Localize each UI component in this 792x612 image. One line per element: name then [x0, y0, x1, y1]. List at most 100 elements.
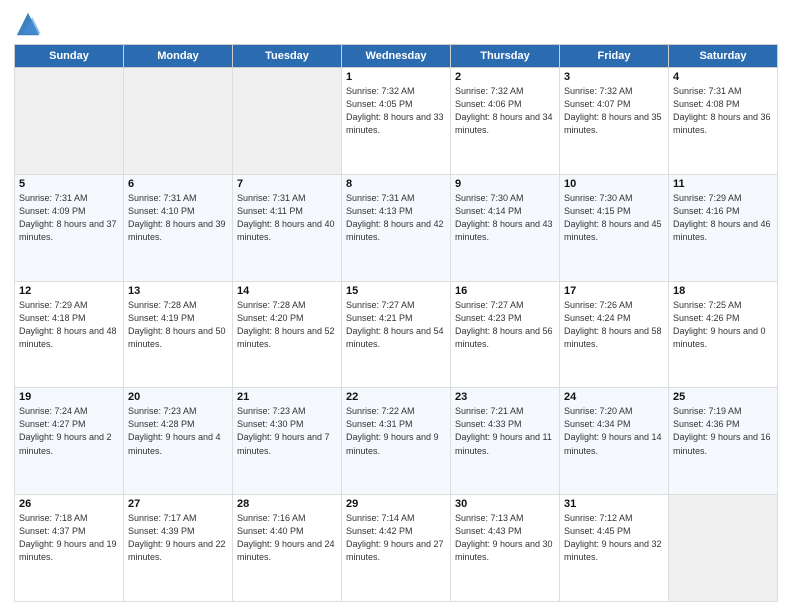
weekday-thursday: Thursday [451, 45, 560, 68]
day-info: Sunrise: 7:30 AM Sunset: 4:15 PM Dayligh… [564, 192, 664, 244]
day-info: Sunrise: 7:26 AM Sunset: 4:24 PM Dayligh… [564, 299, 664, 351]
day-info: Sunrise: 7:31 AM Sunset: 4:08 PM Dayligh… [673, 85, 773, 137]
day-info: Sunrise: 7:31 AM Sunset: 4:10 PM Dayligh… [128, 192, 228, 244]
day-number: 8 [346, 178, 446, 190]
weekday-friday: Friday [560, 45, 669, 68]
week-row-3: 12Sunrise: 7:29 AM Sunset: 4:18 PM Dayli… [15, 281, 778, 388]
week-row-1: 1 Sunrise: 7:32 AM Sunset: 4:05 PM Daylig… [15, 68, 778, 175]
day-cell [233, 68, 342, 175]
day-cell: 10 Sunrise: 7:30 AM Sunset: 4:15 PM Dayli… [560, 174, 669, 281]
day-info: Sunrise: 7:12 AM Sunset: 4:45 PM Dayligh… [564, 512, 664, 564]
day-number: 13 [128, 285, 228, 297]
day-number: 29 [346, 498, 446, 510]
day-info: Sunrise: 7:29 AM Sunset: 4:18 PM Dayligh… [19, 299, 119, 351]
day-info: Sunrise: 7:32 AM Sunset: 4:06 PM Dayligh… [455, 85, 555, 137]
day-cell: 25 Sunrise: 7:19 AM Sunset: 4:36 PM Dayli… [669, 388, 778, 495]
day-info: Sunrise: 7:19 AM Sunset: 4:36 PM Dayligh… [673, 405, 773, 457]
day-cell [15, 68, 124, 175]
day-cell: 8 Sunrise: 7:31 AM Sunset: 4:13 PM Daylig… [342, 174, 451, 281]
day-info: Sunrise: 7:31 AM Sunset: 4:09 PM Dayligh… [19, 192, 119, 244]
day-info: Sunrise: 7:18 AM Sunset: 4:37 PM Dayligh… [19, 512, 119, 564]
day-cell: 21Sunrise: 7:23 AM Sunset: 4:30 PM Dayli… [233, 388, 342, 495]
weekday-monday: Monday [124, 45, 233, 68]
day-cell: 3 Sunrise: 7:32 AM Sunset: 4:07 PM Daylig… [560, 68, 669, 175]
day-number: 22 [346, 391, 446, 403]
day-cell: 26 Sunrise: 7:18 AM Sunset: 4:37 PM Dayli… [15, 495, 124, 602]
day-number: 31 [564, 498, 664, 510]
page: SundayMondayTuesdayWednesdayThursdayFrid… [0, 0, 792, 612]
day-cell: 19 Sunrise: 7:24 AM Sunset: 4:27 PM Dayli… [15, 388, 124, 495]
weekday-sunday: Sunday [15, 45, 124, 68]
day-number: 30 [455, 498, 555, 510]
day-cell: 24 Sunrise: 7:20 AM Sunset: 4:34 PM Dayli… [560, 388, 669, 495]
week-row-4: 19 Sunrise: 7:24 AM Sunset: 4:27 PM Dayli… [15, 388, 778, 495]
day-number: 17 [564, 285, 664, 297]
day-cell: 15Sunrise: 7:27 AM Sunset: 4:21 PM Dayli… [342, 281, 451, 388]
day-info: Sunrise: 7:21 AM Sunset: 4:33 PM Dayligh… [455, 405, 555, 457]
day-number: 23 [455, 391, 555, 403]
day-cell: 2 Sunrise: 7:32 AM Sunset: 4:06 PM Daylig… [451, 68, 560, 175]
day-cell: 16 Sunrise: 7:27 AM Sunset: 4:23 PM Dayli… [451, 281, 560, 388]
weekday-header-row: SundayMondayTuesdayWednesdayThursdayFrid… [15, 45, 778, 68]
day-number: 14 [237, 285, 337, 297]
day-cell: 17 Sunrise: 7:26 AM Sunset: 4:24 PM Dayli… [560, 281, 669, 388]
day-info: Sunrise: 7:14 AM Sunset: 4:42 PM Dayligh… [346, 512, 446, 564]
day-info: Sunrise: 7:27 AM Sunset: 4:23 PM Dayligh… [455, 299, 555, 351]
day-cell: 6 Sunrise: 7:31 AM Sunset: 4:10 PM Daylig… [124, 174, 233, 281]
day-number: 21 [237, 391, 337, 403]
logo [14, 10, 46, 38]
day-number: 27 [128, 498, 228, 510]
day-info: Sunrise: 7:24 AM Sunset: 4:27 PM Dayligh… [19, 405, 119, 457]
calendar-table: SundayMondayTuesdayWednesdayThursdayFrid… [14, 44, 778, 602]
day-info: Sunrise: 7:16 AM Sunset: 4:40 PM Dayligh… [237, 512, 337, 564]
day-cell [124, 68, 233, 175]
day-number: 2 [455, 71, 555, 83]
day-info: Sunrise: 7:13 AM Sunset: 4:43 PM Dayligh… [455, 512, 555, 564]
day-cell: 9Sunrise: 7:30 AM Sunset: 4:14 PM Daylig… [451, 174, 560, 281]
day-cell: 20 Sunrise: 7:23 AM Sunset: 4:28 PM Dayli… [124, 388, 233, 495]
day-number: 18 [673, 285, 773, 297]
day-info: Sunrise: 7:20 AM Sunset: 4:34 PM Dayligh… [564, 405, 664, 457]
day-info: Sunrise: 7:28 AM Sunset: 4:20 PM Dayligh… [237, 299, 337, 351]
day-number: 3 [564, 71, 664, 83]
day-info: Sunrise: 7:31 AM Sunset: 4:13 PM Dayligh… [346, 192, 446, 244]
day-cell: 18 Sunrise: 7:25 AM Sunset: 4:26 PM Dayli… [669, 281, 778, 388]
day-number: 6 [128, 178, 228, 190]
day-number: 19 [19, 391, 119, 403]
day-info: Sunrise: 7:17 AM Sunset: 4:39 PM Dayligh… [128, 512, 228, 564]
day-info: Sunrise: 7:32 AM Sunset: 4:07 PM Dayligh… [564, 85, 664, 137]
day-cell: 31 Sunrise: 7:12 AM Sunset: 4:45 PM Dayli… [560, 495, 669, 602]
day-number: 1 [346, 71, 446, 83]
day-cell: 11 Sunrise: 7:29 AM Sunset: 4:16 PM Dayli… [669, 174, 778, 281]
day-number: 24 [564, 391, 664, 403]
day-info: Sunrise: 7:32 AM Sunset: 4:05 PM Dayligh… [346, 85, 446, 137]
day-info: Sunrise: 7:31 AM Sunset: 4:11 PM Dayligh… [237, 192, 337, 244]
day-number: 10 [564, 178, 664, 190]
day-number: 25 [673, 391, 773, 403]
day-number: 4 [673, 71, 773, 83]
day-number: 5 [19, 178, 119, 190]
day-number: 11 [673, 178, 773, 190]
day-info: Sunrise: 7:25 AM Sunset: 4:26 PM Dayligh… [673, 299, 773, 351]
weekday-wednesday: Wednesday [342, 45, 451, 68]
day-cell: 12Sunrise: 7:29 AM Sunset: 4:18 PM Dayli… [15, 281, 124, 388]
day-number: 16 [455, 285, 555, 297]
day-info: Sunrise: 7:29 AM Sunset: 4:16 PM Dayligh… [673, 192, 773, 244]
day-number: 28 [237, 498, 337, 510]
day-cell: 30 Sunrise: 7:13 AM Sunset: 4:43 PM Dayli… [451, 495, 560, 602]
day-info: Sunrise: 7:30 AM Sunset: 4:14 PM Dayligh… [455, 192, 555, 244]
day-cell: 5 Sunrise: 7:31 AM Sunset: 4:09 PM Daylig… [15, 174, 124, 281]
day-number: 20 [128, 391, 228, 403]
day-info: Sunrise: 7:22 AM Sunset: 4:31 PM Dayligh… [346, 405, 446, 457]
day-cell: 27 Sunrise: 7:17 AM Sunset: 4:39 PM Dayli… [124, 495, 233, 602]
week-row-2: 5 Sunrise: 7:31 AM Sunset: 4:09 PM Daylig… [15, 174, 778, 281]
day-cell: 13 Sunrise: 7:28 AM Sunset: 4:19 PM Dayli… [124, 281, 233, 388]
day-number: 26 [19, 498, 119, 510]
weekday-saturday: Saturday [669, 45, 778, 68]
day-info: Sunrise: 7:23 AM Sunset: 4:28 PM Dayligh… [128, 405, 228, 457]
day-info: Sunrise: 7:28 AM Sunset: 4:19 PM Dayligh… [128, 299, 228, 351]
logo-icon [14, 10, 42, 38]
day-cell: 28 Sunrise: 7:16 AM Sunset: 4:40 PM Dayli… [233, 495, 342, 602]
day-cell [669, 495, 778, 602]
day-cell: 4 Sunrise: 7:31 AM Sunset: 4:08 PM Daylig… [669, 68, 778, 175]
